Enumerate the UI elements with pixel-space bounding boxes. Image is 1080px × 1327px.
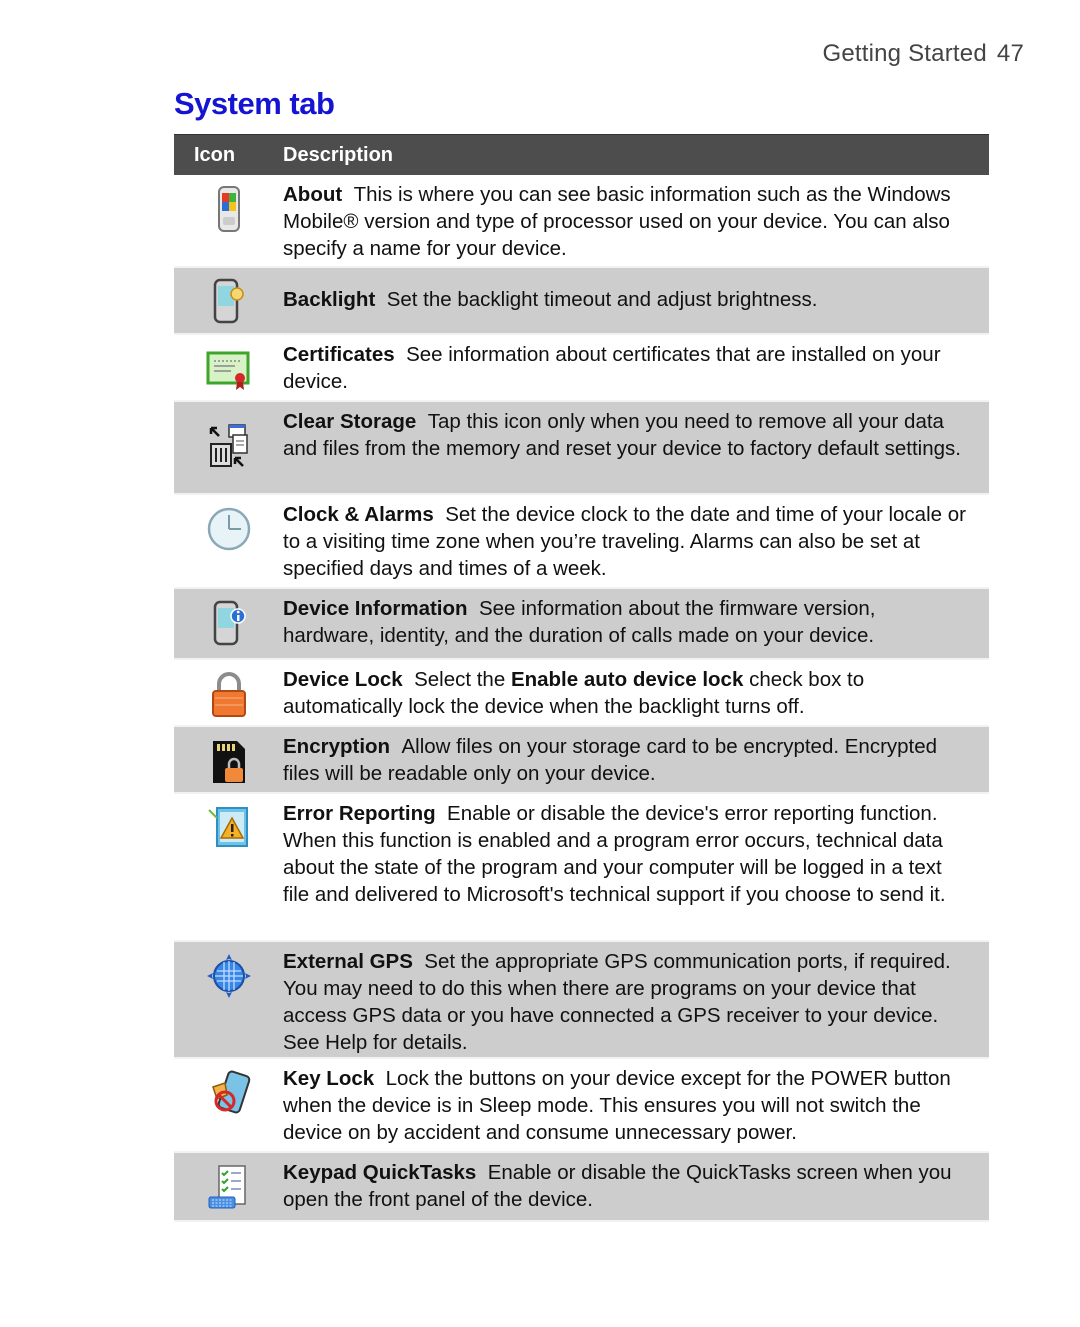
row-description: Encryption Allow files on your storage c… xyxy=(283,727,989,792)
row-description: About This is where you can see basic in… xyxy=(283,175,989,266)
table-row: About This is where you can see basic in… xyxy=(174,175,989,268)
row-description: Clear Storage Tap this icon only when yo… xyxy=(283,402,989,493)
item-name: Error Reporting xyxy=(283,802,436,825)
section-title: Getting Started xyxy=(822,40,987,67)
item-name: Certificates xyxy=(283,343,395,366)
row-description: Keypad QuickTasks Enable or disable the … xyxy=(283,1153,989,1220)
item-name: Key Lock xyxy=(283,1067,375,1090)
row-description: Backlight Set the backlight timeout and … xyxy=(283,268,989,333)
about-icon xyxy=(174,175,283,266)
table-row: Key Lock Lock the buttons on your device… xyxy=(174,1059,989,1153)
table-row: Clear Storage Tap this icon only when yo… xyxy=(174,402,989,495)
device-information-icon xyxy=(174,589,283,658)
item-name: Backlight xyxy=(283,288,376,311)
item-text-before: Select the xyxy=(414,668,506,691)
item-name: Encryption xyxy=(283,735,391,758)
row-description: Certificates See information about certi… xyxy=(283,335,989,400)
table-header: Icon Description xyxy=(174,134,989,175)
clear-storage-icon xyxy=(174,402,283,493)
item-name: Clock & Alarms xyxy=(283,503,434,526)
row-description: Device Lock Select the Enable auto devic… xyxy=(283,660,989,725)
item-name: Clear Storage xyxy=(283,410,417,433)
item-name: Keypad QuickTasks xyxy=(283,1161,477,1184)
encryption-icon xyxy=(174,727,283,792)
table-row: Clock & Alarms Set the device clock to t… xyxy=(174,495,989,589)
device-lock-icon xyxy=(174,660,283,725)
system-tab-table: Icon Description About This is where you… xyxy=(174,134,989,1222)
item-name: Device Information xyxy=(283,597,468,620)
item-name: External GPS xyxy=(283,950,413,973)
row-description: External GPS Set the appropriate GPS com… xyxy=(283,942,989,1057)
table-row: Backlight Set the backlight timeout and … xyxy=(174,268,989,335)
item-text: This is where you can see basic informat… xyxy=(283,183,951,260)
key-lock-icon xyxy=(174,1059,283,1151)
table-row: Keypad QuickTasks Enable or disable the … xyxy=(174,1153,989,1222)
backlight-icon xyxy=(174,268,283,333)
column-header-icon: Icon xyxy=(194,143,236,166)
row-description: Key Lock Lock the buttons on your device… xyxy=(283,1059,989,1151)
row-description: Clock & Alarms Set the device clock to t… xyxy=(283,495,989,587)
row-description: Device Information See information about… xyxy=(283,589,989,658)
table-row: Certificates See information about certi… xyxy=(174,335,989,402)
column-header-description: Description xyxy=(283,143,394,166)
clock-icon xyxy=(174,495,283,587)
table-row: Error Reporting Enable or disable the de… xyxy=(174,794,989,942)
table-row: Device Information See information about… xyxy=(174,589,989,660)
item-name: About xyxy=(283,183,343,206)
table-row: External GPS Set the appropriate GPS com… xyxy=(174,942,989,1059)
table-row: Encryption Allow files on your storage c… xyxy=(174,727,989,794)
external-gps-icon xyxy=(174,942,283,1057)
row-description: Error Reporting Enable or disable the de… xyxy=(283,794,989,940)
certificates-icon xyxy=(174,335,283,400)
item-text: Lock the buttons on your device except f… xyxy=(283,1067,951,1144)
page-number: 47 xyxy=(996,40,1024,67)
page-title: System tab xyxy=(174,86,335,121)
item-name: Device Lock xyxy=(283,668,403,691)
keypad-quicktasks-icon xyxy=(174,1153,283,1220)
item-text: Set the backlight timeout and adjust bri… xyxy=(386,288,818,311)
inline-option-label: Enable auto device lock xyxy=(510,668,744,691)
error-reporting-icon xyxy=(174,794,283,940)
table-row: Device Lock Select the Enable auto devic… xyxy=(174,660,989,727)
running-header: Getting Started 47 xyxy=(822,40,1024,68)
